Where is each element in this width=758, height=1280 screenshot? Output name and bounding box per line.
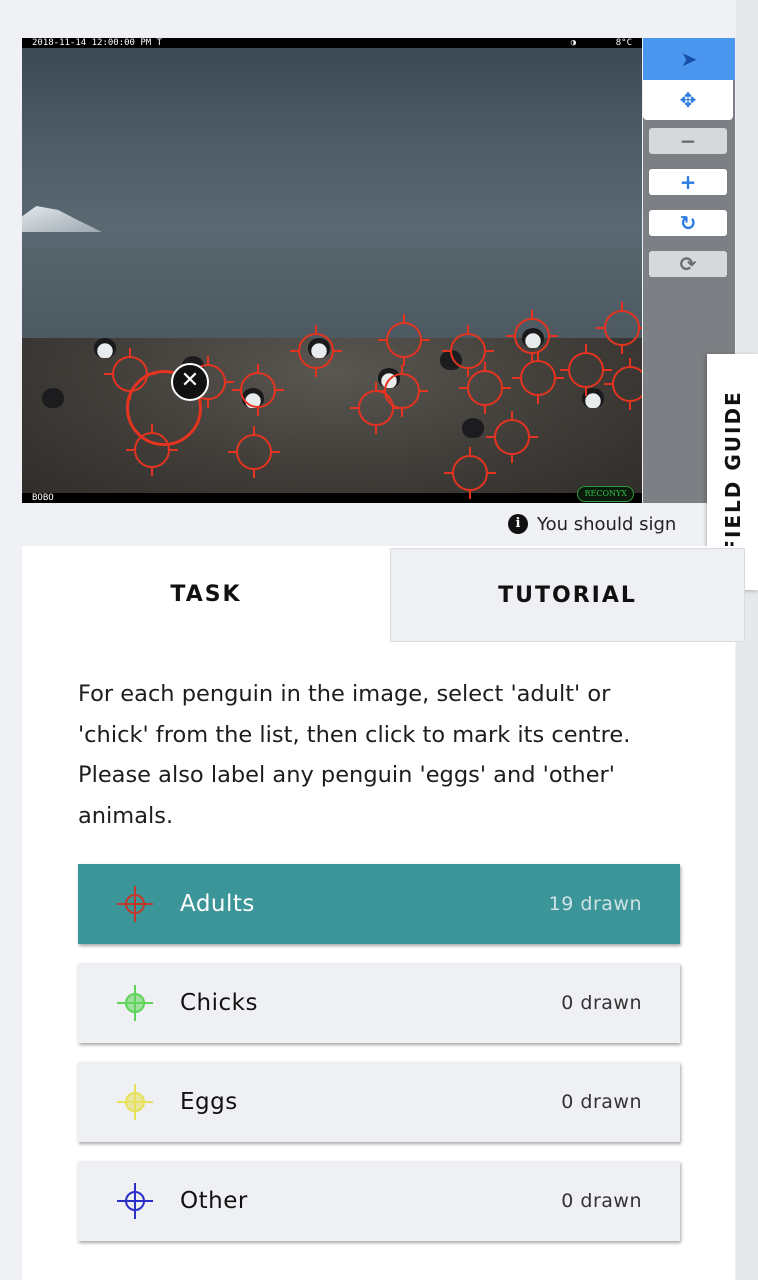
penguin	[94, 338, 116, 358]
tool-option-count: 0 drawn	[561, 1091, 642, 1113]
close-icon: ✕	[180, 368, 200, 393]
refresh-icon: ⟳	[679, 252, 697, 276]
point-marker[interactable]	[596, 302, 642, 354]
tool-option-eggs[interactable]: Eggs 0 drawn	[78, 1062, 680, 1142]
tool-option-adults[interactable]: Adults 19 drawn	[78, 864, 680, 944]
camera-temperature: 8°C	[615, 38, 632, 48]
point-marker[interactable]	[228, 426, 280, 478]
signin-notice: i You should sign	[508, 510, 676, 538]
point-marker[interactable]	[126, 424, 178, 476]
crosshair-icon	[117, 1084, 153, 1120]
tool-option-label: Other	[180, 1188, 248, 1214]
point-marker[interactable]	[604, 358, 642, 410]
camera-brand-logo: RECONYX	[577, 486, 634, 502]
point-marker[interactable]	[506, 310, 558, 362]
tool-option-chicks[interactable]: Chicks 0 drawn	[78, 963, 680, 1043]
task-panel: TASK TUTORIAL For each penguin in the im…	[22, 546, 745, 1280]
rotate-button[interactable]: ↻	[649, 210, 727, 236]
tab-tutorial-label: TUTORIAL	[498, 582, 637, 608]
tab-task[interactable]: TASK	[22, 546, 390, 642]
camera-timestamp: 2018-11-14 12:00:00 PM T	[32, 38, 163, 48]
crosshair-icon	[117, 886, 153, 922]
task-instructions: For each penguin in the image, select 'a…	[78, 681, 631, 829]
subject-image[interactable]: 2018-11-14 12:00:00 PM T ◑ 8°C BOBO RECO…	[22, 38, 642, 503]
tool-option-label: Adults	[180, 891, 255, 917]
penguin	[42, 388, 64, 408]
penguin	[462, 418, 484, 438]
tool-option-count: 0 drawn	[561, 992, 642, 1014]
pointer-tool-button[interactable]: ➤	[643, 38, 735, 80]
rotate-icon: ↻	[679, 211, 697, 235]
tool-option-label: Chicks	[180, 990, 258, 1016]
info-icon: i	[508, 514, 528, 534]
point-marker[interactable]	[459, 362, 511, 414]
plus-icon: +	[679, 170, 697, 194]
point-marker[interactable]	[486, 411, 538, 463]
camera-footer-bar: BOBO	[22, 493, 642, 503]
zoom-out-button[interactable]: −	[649, 128, 727, 154]
tool-option-count: 0 drawn	[561, 1190, 642, 1212]
tool-option-label: Eggs	[180, 1089, 238, 1115]
reset-view-button[interactable]: ⟳	[649, 251, 727, 277]
point-marker[interactable]	[378, 314, 430, 366]
point-marker[interactable]	[512, 352, 564, 404]
sea-area	[22, 248, 642, 343]
moon-phase-icon: ◑	[570, 38, 576, 48]
point-marker[interactable]	[442, 325, 494, 377]
camera-info-bar: 2018-11-14 12:00:00 PM T ◑ 8°C	[22, 38, 642, 48]
crosshair-icon	[117, 1183, 153, 1219]
signin-notice-text: You should sign	[537, 513, 677, 535]
field-guide-label: FIELD GUIDE	[720, 390, 745, 554]
point-marker[interactable]	[444, 447, 496, 499]
minus-icon: −	[679, 129, 697, 153]
point-marker[interactable]	[560, 344, 612, 396]
cursor-arrow-icon: ➤	[680, 47, 698, 71]
point-marker[interactable]	[376, 365, 428, 417]
crosshair-icon	[117, 985, 153, 1021]
tab-tutorial[interactable]: TUTORIAL	[390, 548, 745, 642]
move-tool-button[interactable]: ✥	[643, 80, 733, 120]
zoom-in-button[interactable]: +	[649, 169, 727, 195]
camera-id: BOBO	[32, 493, 54, 503]
tool-option-count: 19 drawn	[548, 893, 642, 915]
move-arrows-icon: ✥	[679, 88, 697, 112]
point-marker[interactable]	[232, 364, 284, 416]
point-marker[interactable]	[290, 325, 342, 377]
iceberg	[22, 206, 102, 232]
tab-task-label: TASK	[170, 581, 242, 607]
delete-marker-button[interactable]: ✕	[171, 363, 209, 401]
tool-option-other[interactable]: Other 0 drawn	[78, 1161, 680, 1241]
